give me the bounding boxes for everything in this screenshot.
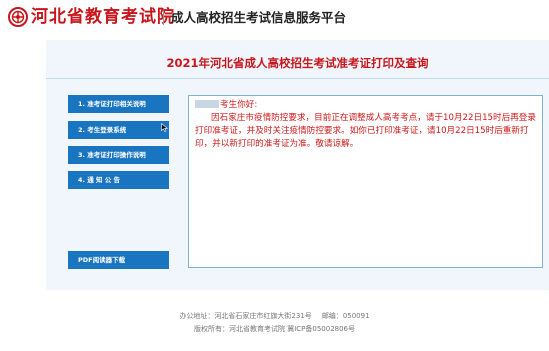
sidebar-item-login[interactable]: 2. 考生登录系统	[68, 121, 169, 139]
redacted-name	[195, 100, 219, 108]
header: 河北省教育考试院 成人高校招生考试信息服务平台	[0, 0, 549, 40]
site-title: 成人高校招生考试信息服务平台	[171, 10, 347, 25]
notice-greeting: 考生你好:	[220, 100, 258, 110]
page: 河北省教育考试院 成人高校招生考试信息服务平台 2021年河北省成人高校招生考试…	[0, 0, 549, 351]
title-divider	[46, 78, 549, 79]
footer-copyright: 河北省教育考试院	[228, 325, 285, 333]
notice-panel: 考生你好: 因石家庄市疫情防控要求，目前正在调整成人高考考点，请于10月22日1…	[188, 95, 543, 268]
sidebar-item-announcements[interactable]: 4. 通 知 公 告	[68, 171, 169, 189]
footer-address-line: 办公地址：河北省石家庄市红旗大街231号 邮编：050091	[0, 311, 549, 321]
footer-address-label: 办公地址：	[179, 312, 215, 320]
header-divider	[163, 11, 164, 25]
notice-body: 因石家庄市疫情防控要求，目前正在调整成人高考考点，请于10月22日15时后再登录…	[195, 113, 536, 149]
page-title: 2021年河北省成人高校招生考试准考证打印及查询	[166, 56, 429, 70]
pdf-reader-download-button[interactable]: PDF阅读器下载	[68, 251, 169, 269]
content-frame: 2021年河北省成人高校招生考试准考证打印及查询 1. 准考证打印相关说明 2.…	[46, 40, 549, 290]
footer-address: 河北省石家庄市红旗大街231号	[214, 312, 312, 320]
footer-copyright-line: 版权所有：河北省教育考试院 冀ICP备05002806号	[0, 324, 549, 334]
logo-text: 河北省教育考试院	[31, 7, 175, 27]
footer-postcode-label: 邮编：	[321, 312, 343, 320]
footer-icp[interactable]: 冀ICP备05002806号	[287, 325, 355, 333]
footer-postcode: 050091	[342, 312, 370, 320]
mouse-cursor-icon	[161, 123, 168, 132]
footer-copyright-label: 版权所有：	[193, 325, 229, 333]
sidebar-item-print-guide[interactable]: 3. 准考证打印操作说明	[68, 146, 169, 164]
logo-seal-icon	[8, 7, 28, 27]
notice-greeting-line: 考生你好:	[195, 99, 538, 112]
sidebar-item-admission-notes[interactable]: 1. 准考证打印相关说明	[68, 95, 169, 113]
